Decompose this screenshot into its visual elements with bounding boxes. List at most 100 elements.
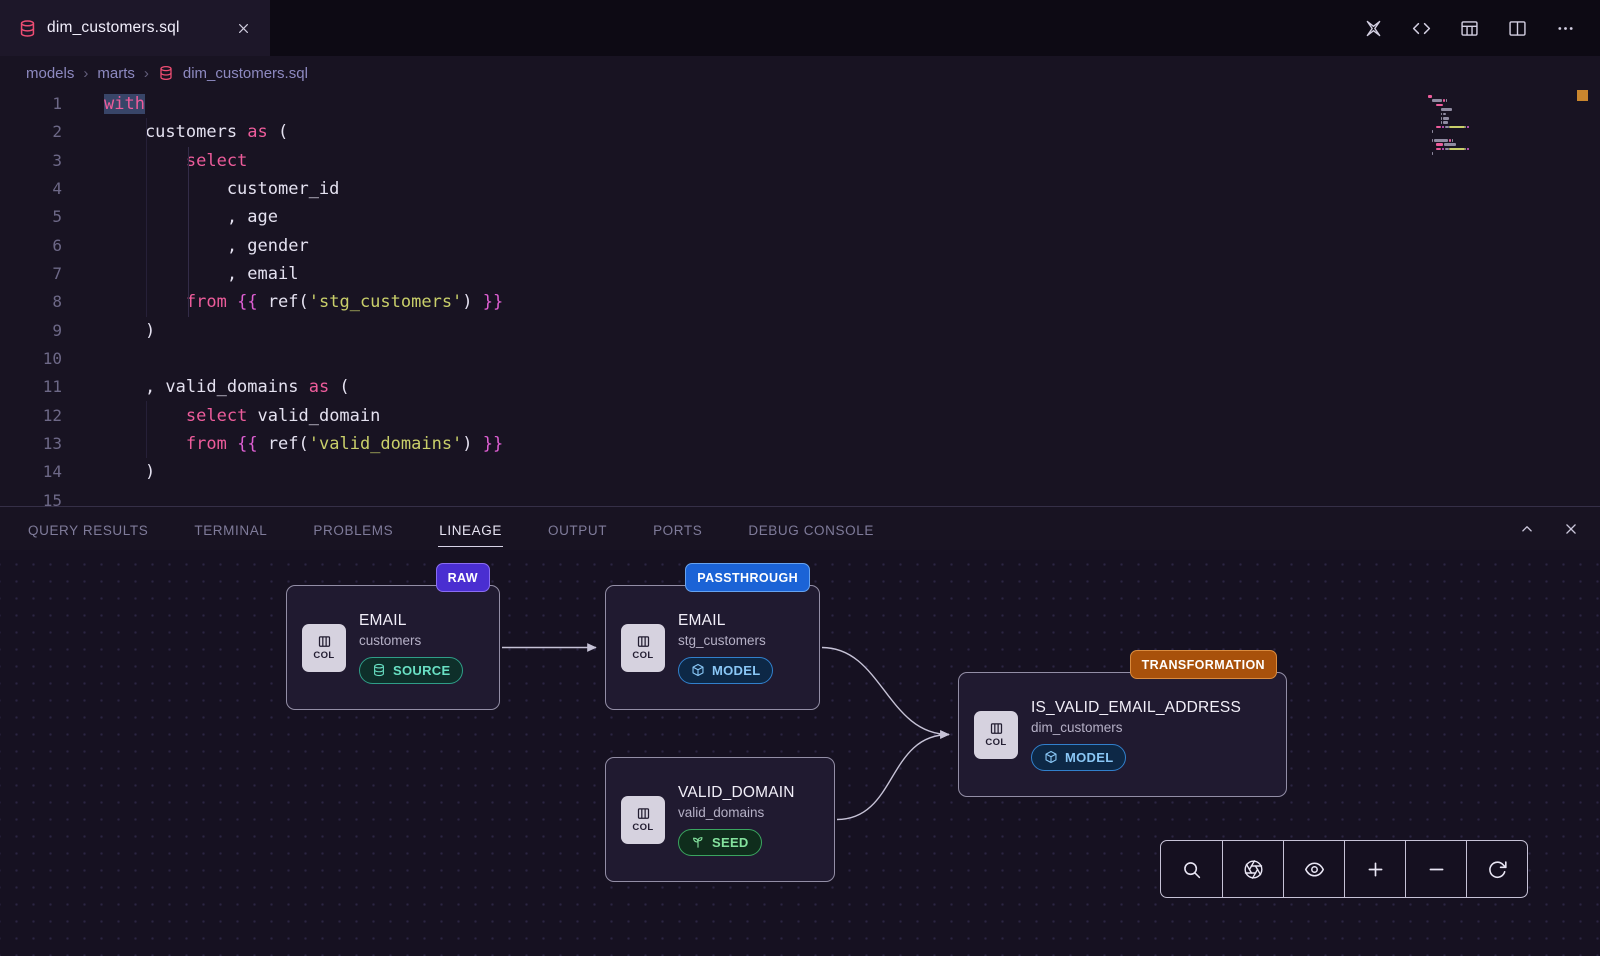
node-tag-label: RAW — [448, 571, 478, 585]
lineage-node-dim_customers[interactable]: TRANSFORMATIONCOLIS_VALID_EMAIL_ADDRESSd… — [958, 672, 1287, 797]
lineage-edge — [837, 735, 949, 820]
code-line[interactable]: 10 — [0, 345, 1600, 373]
code-token: ref( — [258, 292, 309, 312]
minimap-line — [1428, 135, 1532, 138]
code-token: ( — [268, 122, 288, 142]
node-tag-passthrough: PASSTHROUGH — [685, 563, 810, 592]
more-actions-icon[interactable] — [1555, 18, 1576, 39]
panel-tab-lineage[interactable]: LINEAGE — [438, 511, 503, 547]
code-icon[interactable] — [1411, 18, 1432, 39]
code-line[interactable]: 13 from {{ ref('valid_domains') }} — [0, 430, 1600, 458]
minimap[interactable] — [1428, 95, 1532, 161]
eye-button[interactable] — [1283, 841, 1344, 897]
code-line[interactable]: 12 select valid_domain — [0, 402, 1600, 430]
code-token: }} — [483, 292, 503, 312]
zoom-in-icon — [1365, 859, 1386, 880]
code-text: ) — [104, 317, 155, 345]
breadcrumb-item-file[interactable]: dim_customers.sql — [183, 65, 308, 82]
code-token: ) — [462, 292, 482, 312]
minimap-segment — [1443, 121, 1448, 124]
breadcrumb-item-models[interactable]: models — [26, 65, 74, 82]
code-token: }} — [483, 434, 503, 454]
chip-label: COL — [313, 650, 334, 661]
minimap-line — [1428, 130, 1532, 133]
panel-tab-label: PROBLEMS — [312, 511, 394, 547]
node-subtitle: customers — [359, 633, 421, 648]
chip-label: COL — [632, 650, 653, 661]
code-editor[interactable]: 1with2 customers as (3 select4 customer_… — [0, 90, 1600, 506]
code-line[interactable]: 2 customers as ( — [0, 118, 1600, 146]
pinwheel-icon[interactable] — [1363, 18, 1384, 39]
code-line[interactable]: 3 select — [0, 147, 1600, 175]
chip-label: COL — [985, 737, 1006, 748]
columns-icon — [636, 806, 651, 821]
lineage-toolbar — [1160, 840, 1528, 898]
panel-tab-terminal[interactable]: TERMINAL — [193, 511, 268, 547]
lineage-canvas[interactable]: RAWCOLEMAILcustomersSOURCEPASSTHROUGHCOL… — [0, 550, 1600, 956]
badge-label: MODEL — [1065, 750, 1113, 765]
badge-model: MODEL — [1031, 744, 1126, 771]
code-line[interactable]: 6 , gender — [0, 232, 1600, 260]
tab-close-icon[interactable] — [235, 20, 252, 37]
panel-tab-list: QUERY RESULTS TERMINAL PROBLEMS LINEAGE OUTP… — [27, 511, 875, 547]
code-line[interactable]: 1with — [0, 90, 1600, 118]
code-line[interactable]: 9 ) — [0, 317, 1600, 345]
code-text: , age — [104, 203, 278, 231]
code-line[interactable]: 15 — [0, 487, 1600, 506]
code-text: , email — [104, 260, 298, 288]
minimap-segment — [1436, 148, 1440, 151]
refresh-button[interactable] — [1466, 841, 1527, 897]
panel-close-button[interactable] — [1562, 520, 1580, 538]
cube-icon — [691, 663, 705, 677]
panel-collapse-button[interactable] — [1518, 520, 1536, 538]
zoom-out-button[interactable] — [1405, 841, 1466, 897]
code-token — [104, 406, 186, 426]
code-line[interactable]: 7 , email — [0, 260, 1600, 288]
line-number: 13 — [0, 430, 62, 458]
node-text: EMAILcustomersSOURCE — [359, 612, 463, 684]
panel-tab-output[interactable]: OUTPUT — [547, 511, 608, 547]
lineage-node-customers[interactable]: RAWCOLEMAILcustomersSOURCE — [286, 585, 500, 710]
search-button[interactable] — [1161, 841, 1222, 897]
node-tag-label: TRANSFORMATION — [1142, 658, 1265, 672]
node-title: VALID_DOMAIN — [678, 784, 795, 802]
code-line[interactable]: 14 ) — [0, 458, 1600, 486]
code-token: customers — [104, 122, 247, 142]
code-token: with — [104, 94, 145, 114]
split-editor-icon[interactable] — [1507, 18, 1528, 39]
minimap-line — [1428, 121, 1532, 124]
minimap-segment — [1443, 113, 1446, 116]
code-line[interactable]: 5 , age — [0, 203, 1600, 231]
lineage-node-valid_domains[interactable]: COLVALID_DOMAINvalid_domainsSEED — [605, 757, 835, 882]
minimap-line — [1428, 126, 1532, 129]
column-chip: COL — [621, 796, 665, 844]
minimap-segment — [1449, 126, 1465, 129]
breadcrumb: models › marts › dim_customers.sql — [0, 56, 1600, 90]
panel-tab-problems[interactable]: PROBLEMS — [312, 511, 394, 547]
editor-tab-dim-customers[interactable]: dim_customers.sql — [0, 0, 270, 56]
zoom-in-button[interactable] — [1344, 841, 1405, 897]
minimap-segment — [1436, 143, 1442, 146]
minimap-line — [1428, 143, 1532, 146]
code-token — [227, 434, 237, 454]
columns-icon — [317, 634, 332, 649]
cube-icon — [1044, 750, 1058, 764]
panel-tab-query-results[interactable]: QUERY RESULTS — [27, 511, 149, 547]
panel-tab-ports[interactable]: PORTS — [652, 511, 703, 547]
breadcrumb-item-marts[interactable]: marts — [97, 65, 135, 82]
code-line[interactable]: 8 from {{ ref('stg_customers') }} — [0, 288, 1600, 316]
code-line[interactable]: 11 , valid_domains as ( — [0, 373, 1600, 401]
database-icon — [18, 19, 37, 38]
minimap-segment — [1428, 143, 1436, 146]
table-icon[interactable] — [1459, 18, 1480, 39]
code-line[interactable]: 4 customer_id — [0, 175, 1600, 203]
panel-tab-debug-console[interactable]: DEBUG CONSOLE — [747, 511, 875, 547]
code-text: from {{ ref('valid_domains') }} — [104, 430, 503, 458]
aperture-button[interactable] — [1222, 841, 1283, 897]
minimap-segment — [1432, 152, 1433, 155]
line-number: 12 — [0, 402, 62, 430]
lineage-node-stg_customers[interactable]: PASSTHROUGHCOLEMAILstg_customersMODEL — [605, 585, 820, 710]
aperture-icon — [1243, 859, 1264, 880]
tab-title: dim_customers.sql — [47, 19, 180, 37]
search-icon — [1181, 859, 1202, 880]
